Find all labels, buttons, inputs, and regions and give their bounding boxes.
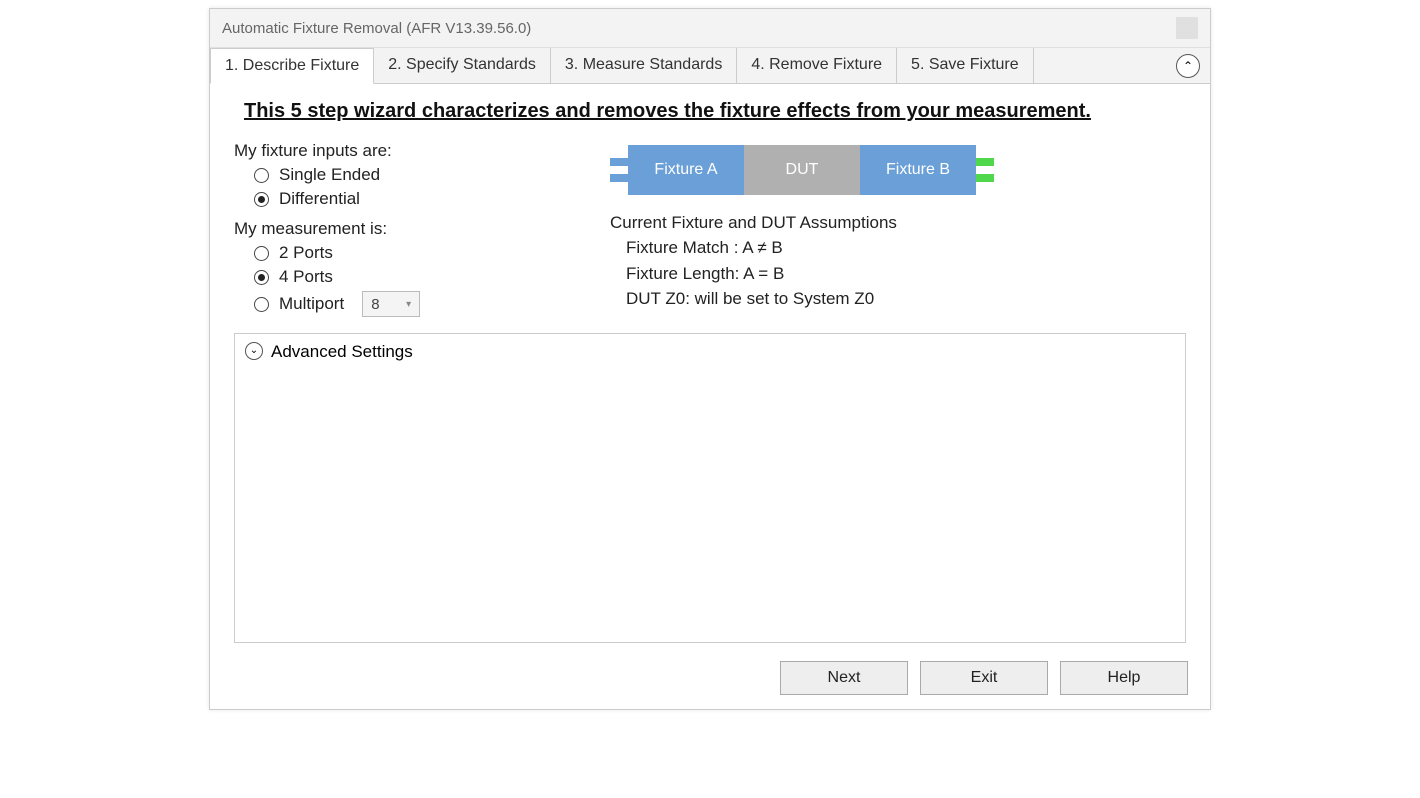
button-row: Next Exit Help [210, 653, 1210, 709]
radio-single-ended[interactable]: Single Ended [254, 165, 564, 185]
radio-label: Multiport [279, 294, 344, 314]
dut-block: DUT [744, 145, 860, 195]
exit-button[interactable]: Exit [920, 661, 1048, 695]
chevron-down-icon: ▾ [406, 299, 411, 310]
fixture-diagram: Fixture A DUT Fixture B [610, 145, 1186, 195]
tab-measure-standards[interactable]: 3. Measure Standards [551, 48, 737, 83]
right-column: Fixture A DUT Fixture B Current Fixture … [610, 141, 1186, 312]
radio-label: Differential [279, 189, 360, 209]
radio-icon [254, 168, 269, 183]
assumption-length: Fixture Length: A = B [626, 261, 1186, 287]
right-ports [976, 158, 994, 182]
radio-label: Single Ended [279, 165, 380, 185]
radio-multiport[interactable]: Multiport 8 ▾ [254, 291, 564, 317]
help-button[interactable]: Help [1060, 661, 1188, 695]
advanced-label: Advanced Settings [271, 342, 413, 362]
advanced-settings-panel: ⌄ Advanced Settings [234, 333, 1186, 643]
titlebar: Automatic Fixture Removal (AFR V13.39.56… [210, 9, 1210, 48]
port-stub [976, 158, 994, 166]
collapse-toggle[interactable]: ⌃ [1176, 54, 1200, 78]
radio-icon [254, 270, 269, 285]
inputs-label: My fixture inputs are: [234, 141, 564, 161]
radio-differential[interactable]: Differential [254, 189, 564, 209]
tab-specify-standards[interactable]: 2. Specify Standards [374, 48, 551, 83]
radio-4-ports[interactable]: 4 Ports [254, 267, 564, 287]
tab-save-fixture[interactable]: 5. Save Fixture [897, 48, 1034, 83]
tab-describe-fixture[interactable]: 1. Describe Fixture [210, 48, 374, 84]
layout-row: My fixture inputs are: Single Ended Diff… [234, 141, 1186, 321]
radio-2-ports[interactable]: 2 Ports [254, 243, 564, 263]
afr-window: Automatic Fixture Removal (AFR V13.39.56… [209, 8, 1211, 710]
multiport-select[interactable]: 8 ▾ [362, 291, 420, 317]
tabs-row: 1. Describe Fixture 2. Specify Standards… [210, 48, 1210, 84]
port-stub [976, 174, 994, 182]
fixture-a-block: Fixture A [628, 145, 744, 195]
window-title: Automatic Fixture Removal (AFR V13.39.56… [222, 20, 531, 37]
radio-icon [254, 246, 269, 261]
radio-label: 2 Ports [279, 243, 333, 263]
content: This 5 step wizard characterizes and rem… [210, 84, 1210, 653]
measurement-label: My measurement is: [234, 219, 564, 239]
next-button[interactable]: Next [780, 661, 908, 695]
radio-icon [254, 192, 269, 207]
left-ports [610, 158, 628, 182]
port-stub [610, 174, 628, 182]
chevron-up-icon: ⌃ [1183, 59, 1193, 73]
left-column: My fixture inputs are: Single Ended Diff… [234, 141, 564, 321]
tab-remove-fixture[interactable]: 4. Remove Fixture [737, 48, 897, 83]
assumption-match: Fixture Match : A ≠ B [626, 235, 1186, 261]
chevron-down-icon: ⌄ [250, 346, 258, 356]
fixture-b-block: Fixture B [860, 145, 976, 195]
multiport-value: 8 [371, 296, 379, 313]
port-stub [610, 158, 628, 166]
assumptions-title: Current Fixture and DUT Assumptions [610, 213, 1186, 233]
radio-label: 4 Ports [279, 267, 333, 287]
assumption-z0: DUT Z0: will be set to System Z0 [626, 286, 1186, 312]
tabs: 1. Describe Fixture 2. Specify Standards… [210, 48, 1176, 83]
expand-advanced-button[interactable]: ⌄ [245, 342, 263, 360]
radio-icon [254, 297, 269, 312]
close-button[interactable] [1176, 17, 1198, 39]
wizard-headline: This 5 step wizard characterizes and rem… [244, 100, 1186, 123]
